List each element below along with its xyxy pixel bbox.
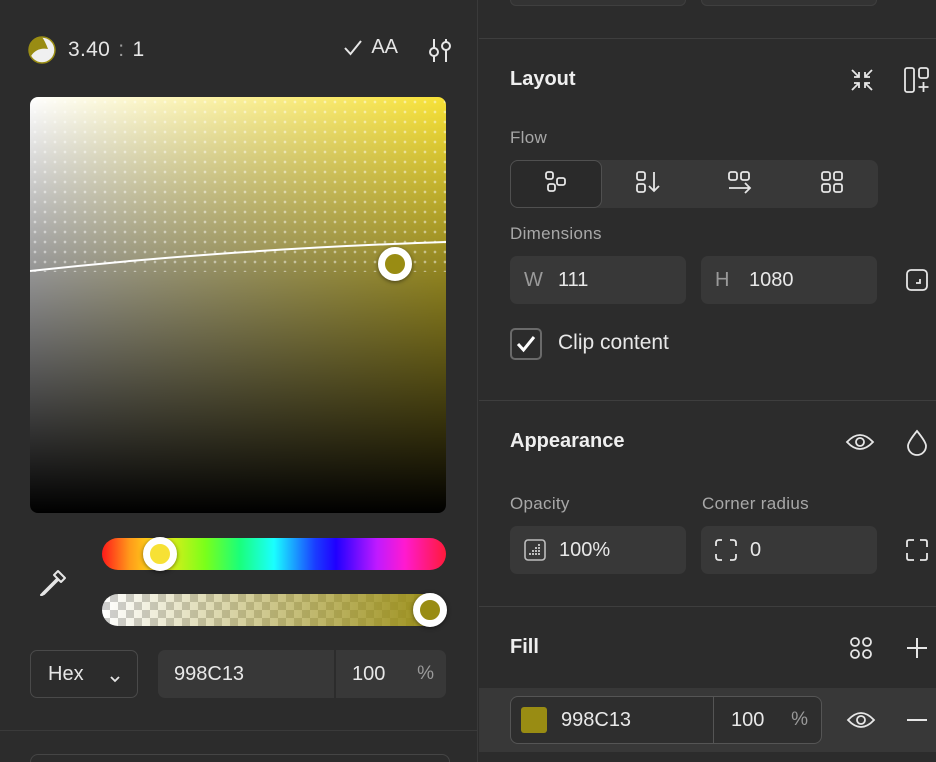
- dimensions-label: Dimensions: [510, 224, 602, 243]
- alpha-value: 100: [352, 662, 386, 685]
- width-prefix: W: [524, 268, 543, 291]
- properties-panel: Layout Flow Dimensions W 111 H 1080 Clip…: [479, 0, 936, 762]
- saturation-brightness-area[interactable]: [30, 97, 446, 513]
- opacity-input[interactable]: 100%: [510, 526, 686, 574]
- color-format-value: Hex: [48, 662, 84, 685]
- color-picker-panel: 3.40 : 1 AA Hex 998C13 100 %: [0, 0, 478, 762]
- opacity-value: 100%: [559, 538, 611, 561]
- section-divider: [479, 38, 936, 39]
- fill-hex-input[interactable]: 998C13: [511, 697, 714, 743]
- freeform-icon: [543, 169, 569, 200]
- horizontal-flow-icon: [726, 169, 754, 200]
- previous-field: [701, 0, 877, 6]
- chevron-down-icon: [109, 668, 121, 691]
- fill-opacity-input[interactable]: 100 %: [714, 697, 821, 743]
- section-divider: [479, 400, 936, 401]
- hue-slider[interactable]: [102, 537, 446, 571]
- plus-icon[interactable]: [901, 632, 933, 664]
- flow-option-grid[interactable]: [786, 160, 878, 208]
- color-format-select[interactable]: Hex: [30, 650, 138, 698]
- flow-option-freeform[interactable]: [510, 160, 602, 208]
- color-area-handle[interactable]: [378, 247, 412, 281]
- fill-color-swatch[interactable]: [521, 707, 547, 733]
- hex-input[interactable]: 998C13: [158, 650, 336, 698]
- alpha-slider[interactable]: [102, 593, 447, 627]
- styles-icon[interactable]: [845, 632, 877, 664]
- corner-radius-label: Corner radius: [702, 494, 809, 513]
- contrast-row: 3.40 : 1 AA: [28, 34, 458, 66]
- opacity-label: Opacity: [510, 494, 570, 513]
- picker-next-section: [30, 754, 450, 762]
- add-layout-icon[interactable]: [901, 64, 933, 96]
- flow-option-vertical[interactable]: [602, 160, 694, 208]
- corner-radius-input[interactable]: 0: [701, 526, 877, 574]
- independent-corners-icon[interactable]: [901, 534, 933, 566]
- fill-opacity-value: 100: [731, 708, 765, 731]
- alpha-unit: %: [417, 663, 434, 684]
- wcag-aa-label: AA: [371, 36, 398, 58]
- check-icon: [516, 336, 536, 353]
- sliders-icon[interactable]: [426, 36, 454, 64]
- flow-label: Flow: [510, 128, 548, 147]
- appearance-section-title: Appearance: [510, 430, 625, 452]
- height-input[interactable]: H 1080: [701, 256, 877, 304]
- height-prefix: H: [715, 268, 730, 291]
- check-icon: [344, 39, 363, 56]
- flow-segmented-control: [510, 160, 878, 208]
- fill-item: 998C13 100 %: [510, 696, 822, 744]
- clip-content-label: Clip content: [558, 331, 669, 354]
- clip-content-checkbox[interactable]: [510, 328, 542, 360]
- eye-icon[interactable]: [845, 704, 877, 736]
- alpha-slider-handle[interactable]: [413, 593, 447, 627]
- alpha-input[interactable]: 100 %: [336, 650, 446, 698]
- fill-opacity-unit: %: [791, 709, 808, 730]
- eye-icon[interactable]: [844, 426, 876, 458]
- resize-to-fit-icon[interactable]: [901, 264, 933, 296]
- contrast-icon: [28, 36, 56, 64]
- vertical-flow-icon: [634, 169, 662, 200]
- fill-hex-value: 998C13: [561, 708, 632, 731]
- width-input[interactable]: W 111: [510, 256, 686, 304]
- flow-option-horizontal[interactable]: [694, 160, 786, 208]
- grid-flow-icon: [819, 169, 845, 200]
- corner-radius-icon: [714, 538, 738, 562]
- contrast-threshold-curve: [30, 241, 446, 272]
- collapse-icon[interactable]: [846, 64, 878, 96]
- section-divider: [479, 606, 936, 607]
- height-value: 1080: [749, 268, 794, 291]
- layout-section-title: Layout: [510, 68, 576, 90]
- minus-icon[interactable]: [901, 704, 933, 736]
- color-value-group: 998C13 100 %: [158, 650, 446, 698]
- picker-divider: [0, 730, 478, 731]
- eyedropper-icon[interactable]: [36, 566, 70, 600]
- contrast-ratio: 3.40 : 1: [68, 38, 145, 61]
- opacity-icon: [523, 538, 547, 562]
- corner-radius-value: 0: [750, 538, 762, 561]
- wcag-aa-badge: AA: [343, 36, 398, 59]
- drop-icon[interactable]: [901, 426, 933, 458]
- fill-section-title: Fill: [510, 636, 539, 658]
- previous-field: [510, 0, 686, 6]
- hue-slider-handle[interactable]: [142, 537, 177, 571]
- width-value: 111: [558, 268, 589, 291]
